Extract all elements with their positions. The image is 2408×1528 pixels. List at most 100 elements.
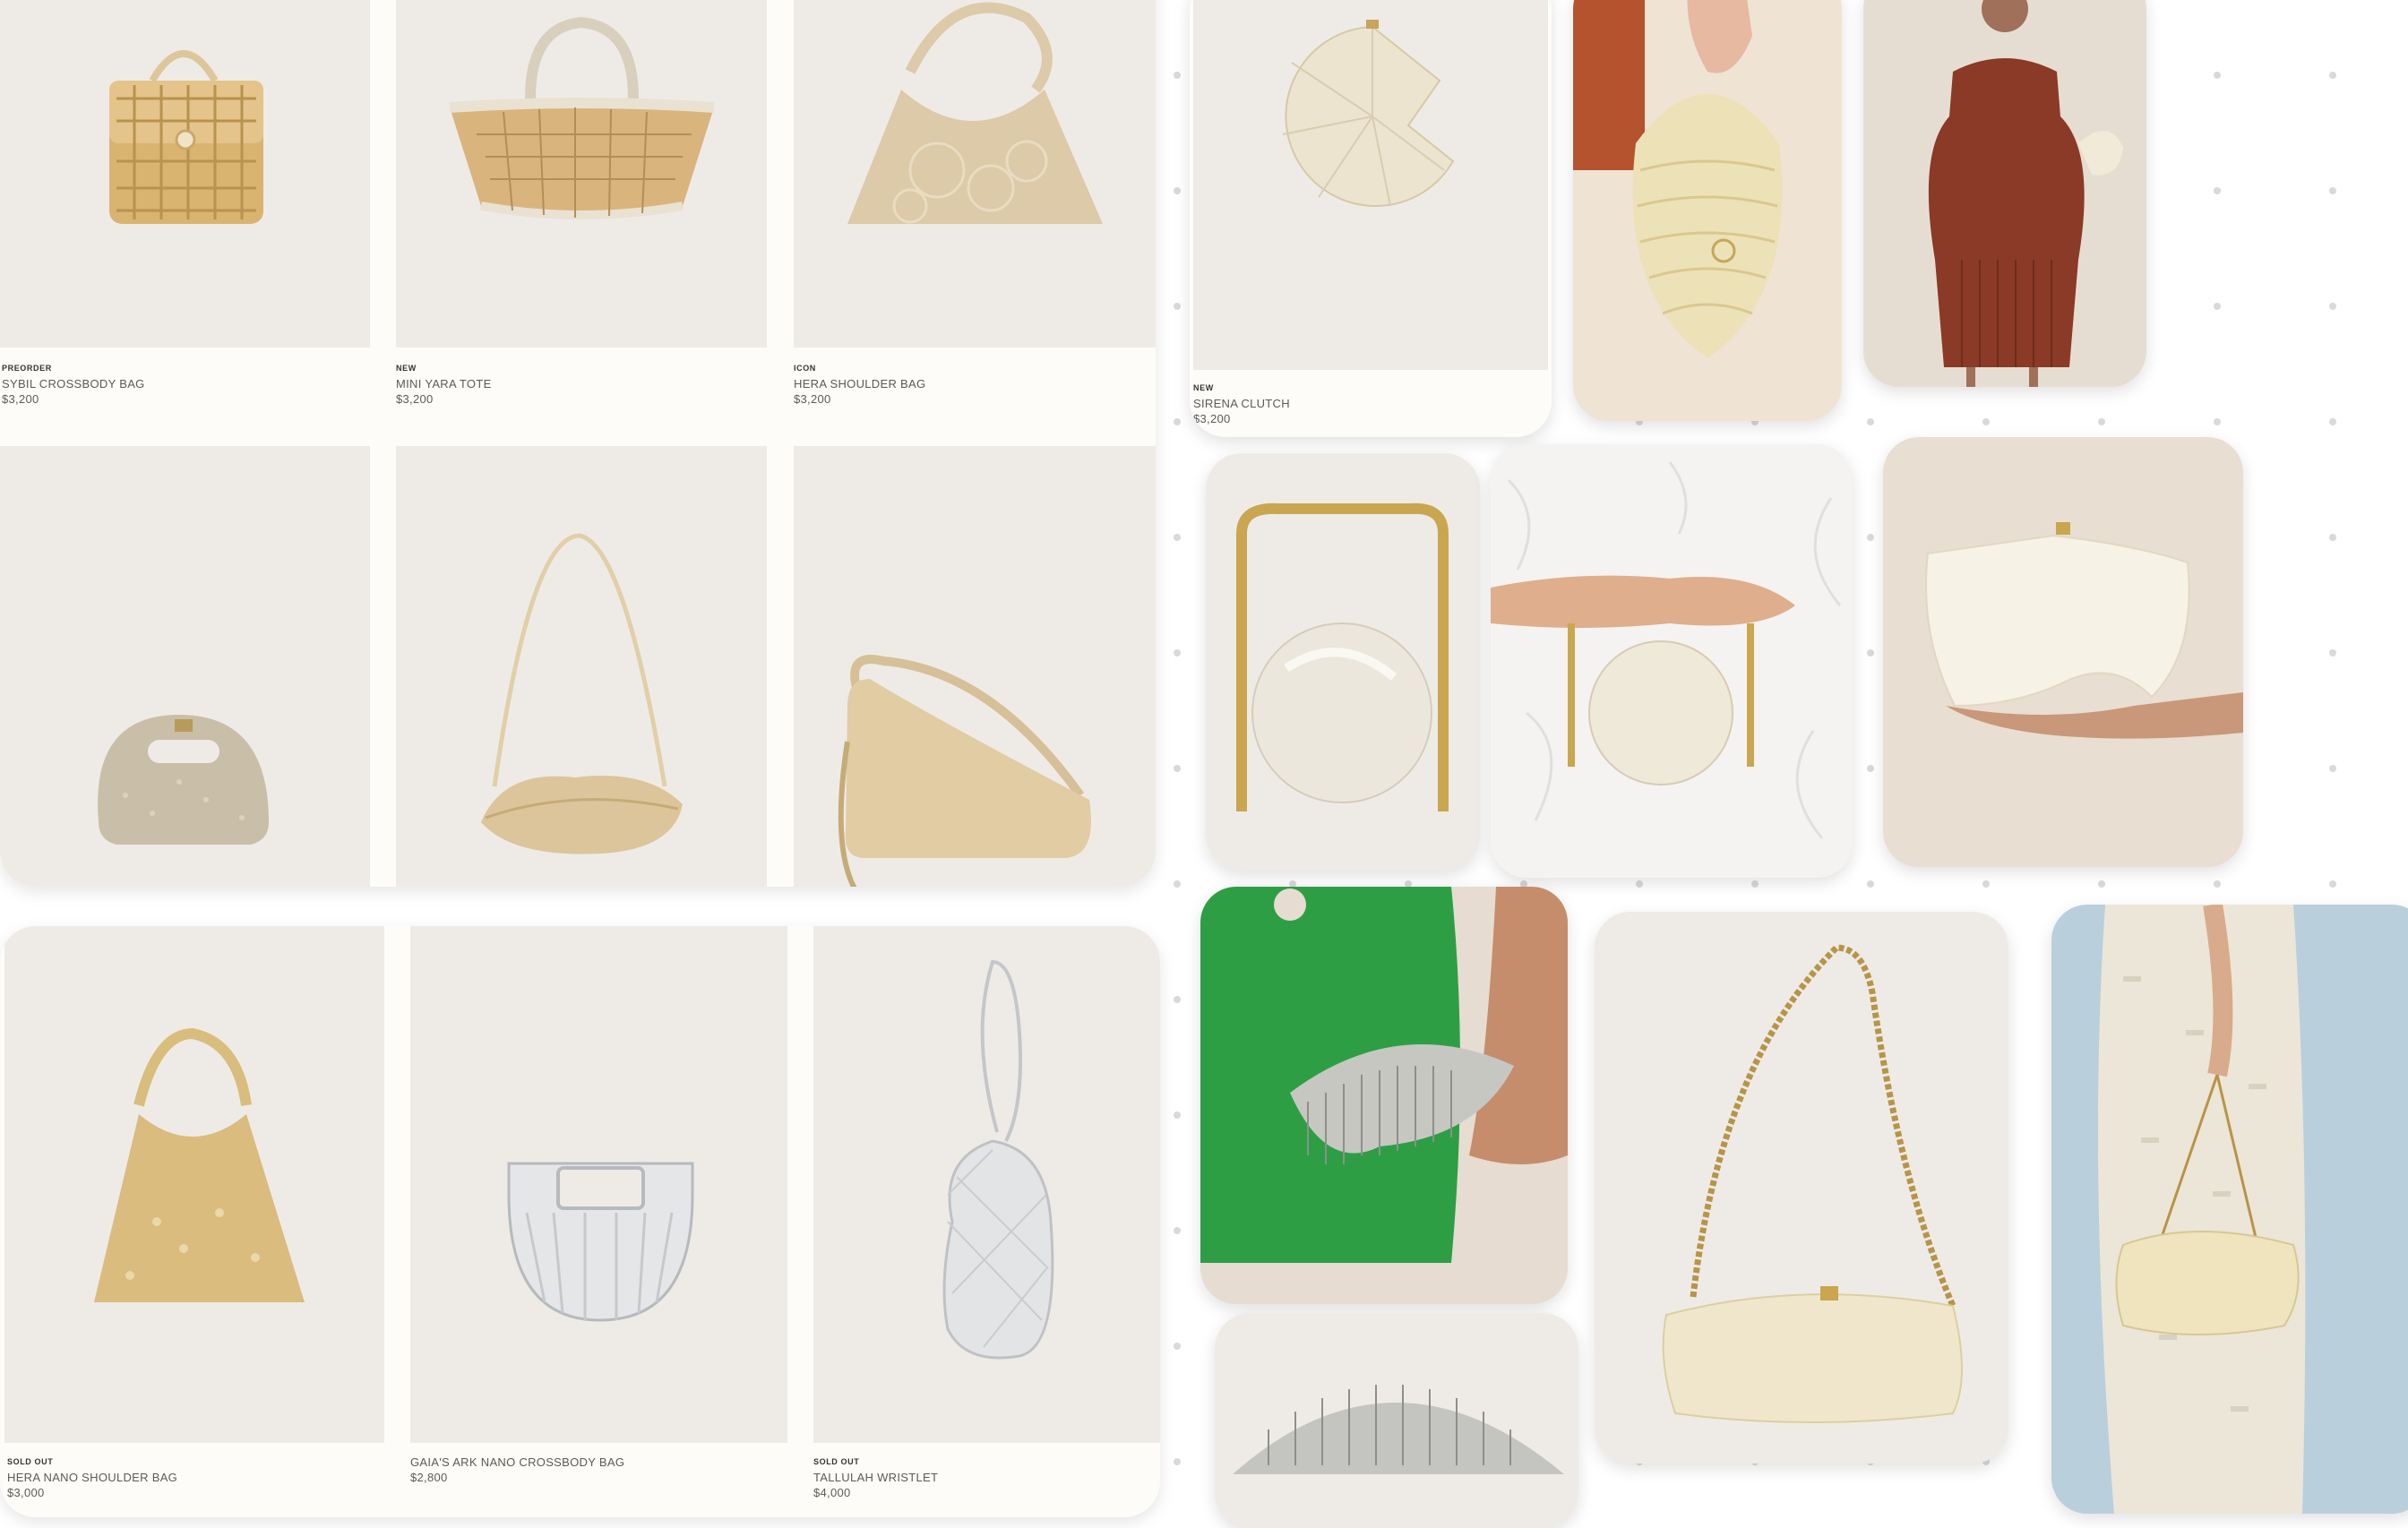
- product-name[interactable]: MINI YARA TOTE: [396, 376, 492, 391]
- product-price: $3,200: [794, 392, 831, 406]
- product-image-hera-nano-shoulder-bag[interactable]: [4, 926, 384, 1443]
- canvas-dot: [1174, 996, 1181, 1003]
- product-image-sybil-crossbody-bag[interactable]: [0, 0, 370, 348]
- product-image-tallulah-wristlet[interactable]: [813, 926, 1160, 1443]
- green-dress-illustration: [1200, 887, 1568, 1263]
- sculpted-clutch-illustration: [1925, 522, 2243, 739]
- product-caption[interactable]: NEW MINI YARA TOTE $3,200: [396, 361, 492, 407]
- pearl-sphere-illustration: [1236, 502, 1449, 811]
- shell-clutch-photo-illustration: [1573, 0, 1783, 358]
- crystal-bag-illustration: [98, 715, 269, 845]
- canvas-dot: [1174, 765, 1181, 772]
- canvas-dot: [2098, 418, 2105, 425]
- product-name[interactable]: SYBIL CROSSBODY BAG: [2, 376, 145, 391]
- product-name[interactable]: HERA SHOULDER BAG: [794, 376, 925, 391]
- hera-nano-illustration: [94, 1027, 305, 1302]
- canvas-dot: [1174, 1458, 1181, 1465]
- canvas-dot: [1867, 534, 1874, 541]
- beaded-clutch-green-dress-photo[interactable]: [1200, 887, 1568, 1304]
- canvas-dot: [1174, 187, 1181, 194]
- pearl-chain-shoulder-bag-photo[interactable]: [1595, 912, 2008, 1464]
- canvas-dot: [1867, 765, 1874, 772]
- suede-bag-illustration: [838, 655, 1091, 887]
- canvas-dot: [1174, 649, 1181, 657]
- product-image-hera-shoulder-bag[interactable]: [794, 0, 1156, 348]
- beaded-clutch-product-photo[interactable]: [1215, 1313, 1578, 1528]
- model-rust-dress-illustration: [1928, 0, 2123, 387]
- canvas-dot: [1174, 303, 1181, 310]
- product-price: $3,200: [2, 392, 39, 406]
- product-name[interactable]: SIRENA CLUTCH: [1193, 396, 1290, 411]
- canvas-dot: [2329, 765, 2336, 772]
- product-image-gaias-ark-nano-crossbody-bag[interactable]: [410, 926, 787, 1443]
- product-name[interactable]: GAIA'S ARK NANO CROSSBODY BAG: [410, 1455, 624, 1470]
- product-badge: NEW: [1193, 383, 1214, 392]
- canvas-dot: [2214, 187, 2221, 194]
- canvas-dot: [2329, 72, 2336, 79]
- feathers-illustration: [1491, 461, 1842, 839]
- canvas-dot: [2329, 880, 2336, 888]
- canvas-dot: [2214, 880, 2221, 888]
- model-white-dress-illustration: [2098, 905, 2306, 1514]
- sculpted-clutch-on-hand-photo[interactable]: [1883, 437, 2243, 867]
- product-caption[interactable]: SOLD OUT TALLULAH WRISTLET $4,000: [813, 1455, 938, 1500]
- canvas-dot: [1174, 880, 1181, 888]
- canvas-dot: [2329, 418, 2336, 425]
- product-price: $2,800: [410, 1471, 448, 1484]
- product-name[interactable]: TALLULAH WRISTLET: [813, 1470, 938, 1485]
- product-image-sirena-clutch[interactable]: [1193, 0, 1548, 370]
- shell-clutch-in-hand-photo[interactable]: [1573, 0, 1842, 421]
- gaias-ark-illustration: [507, 1162, 694, 1322]
- product-caption[interactable]: ICON HERA SHOULDER BAG $3,200: [794, 361, 925, 407]
- product-image-crystal-top-handle-bag[interactable]: [0, 446, 370, 887]
- canvas-dot: [1982, 418, 1990, 425]
- product-caption[interactable]: PREORDER SYBIL CROSSBODY BAG $3,200: [2, 361, 145, 407]
- canvas-dot: [2329, 534, 2336, 541]
- product-price: $3,200: [396, 392, 434, 406]
- canvas-dot: [1174, 72, 1181, 79]
- product-badge: SOLD OUT: [813, 1457, 860, 1466]
- product-badge: PREORDER: [2, 364, 52, 373]
- product-caption[interactable]: NEW SIRENA CLUTCH $3,200: [1193, 381, 1290, 428]
- canvas-dot: [1751, 880, 1759, 888]
- canvas-dot: [1174, 534, 1181, 541]
- tallulah-wristlet-illustration: [942, 959, 1054, 1360]
- canvas-dot: [2329, 649, 2336, 657]
- product-badge: SOLD OUT: [7, 1457, 54, 1466]
- product-image-beaded-shoulder-bag[interactable]: [396, 446, 767, 887]
- canvas-dot: [1174, 1112, 1181, 1119]
- product-badge: NEW: [396, 364, 417, 373]
- model-pearl-chain-clutch-photo[interactable]: [2051, 905, 2408, 1514]
- canvas-dot: [1174, 1227, 1181, 1234]
- product-name[interactable]: HERA NANO SHOULDER BAG: [7, 1470, 177, 1485]
- product-caption[interactable]: SOLD OUT HERA NANO SHOULDER BAG $3,000: [7, 1455, 177, 1500]
- product-caption[interactable]: GAIA'S ARK NANO CROSSBODY BAG $2,800: [410, 1455, 624, 1485]
- sybil-bag-illustration: [109, 50, 263, 224]
- canvas-dot: [1636, 880, 1643, 888]
- canvas-dot: [2098, 880, 2105, 888]
- model-rust-dress-photo[interactable]: [1863, 0, 2146, 387]
- canvas-dot: [2329, 187, 2336, 194]
- canvas-dot: [2214, 72, 2221, 79]
- product-price: $3,000: [7, 1486, 45, 1499]
- product-board-bottom[interactable]: SOLD OUT HERA NANO SHOULDER BAG $3,000 G…: [0, 926, 1160, 1517]
- canvas-dot: [1867, 649, 1874, 657]
- beaded-shoulder-bag-illustration: [481, 533, 683, 854]
- yara-tote-illustration: [449, 16, 715, 219]
- pearl-sphere-clutch-photo[interactable]: [1206, 453, 1480, 871]
- canvas-dot: [2214, 303, 2221, 310]
- hera-bag-illustration: [847, 2, 1103, 224]
- canvas-dot: [2329, 303, 2336, 310]
- canvas-dot: [1982, 880, 1990, 888]
- pearl-sphere-on-feathers-photo[interactable]: [1491, 444, 1853, 878]
- product-price: $3,200: [1193, 412, 1231, 425]
- beaded-clutch-illustration: [1233, 1385, 1564, 1474]
- canvas-dot: [1867, 418, 1874, 425]
- canvas-dot: [1867, 880, 1874, 888]
- product-board-top[interactable]: PREORDER SYBIL CROSSBODY BAG $3,200 NEW …: [0, 0, 1156, 887]
- sirena-clutch-card[interactable]: NEW SIRENA CLUTCH $3,200: [1190, 0, 1552, 437]
- product-image-mini-yara-tote[interactable]: [396, 0, 767, 348]
- pearl-chain-bag-illustration: [1662, 944, 1963, 1423]
- canvas-dot: [2214, 418, 2221, 425]
- product-image-suede-shoulder-bag[interactable]: [794, 446, 1156, 887]
